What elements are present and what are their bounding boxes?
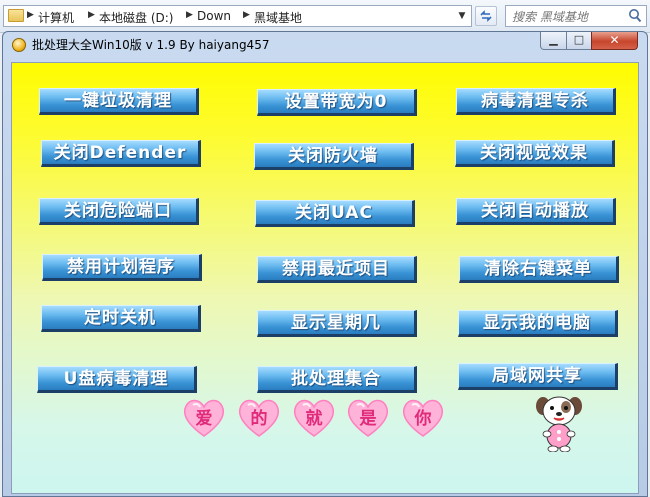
puppy-mascot-icon: [536, 396, 582, 452]
batch-collection-button[interactable]: 批处理集合: [257, 366, 417, 393]
heart-char: 的: [250, 409, 268, 429]
heart-char: 是: [359, 409, 377, 429]
heart-decoration: 是: [345, 396, 391, 438]
minimize-icon: ▁: [549, 33, 558, 46]
close-icon: ✕: [609, 33, 620, 47]
breadcrumb-drive[interactable]: 本地磁盘 (D:): [99, 9, 173, 26]
disable-task-scheduler-button[interactable]: 禁用计划程序: [42, 254, 202, 281]
breadcrumb-computer[interactable]: 计算机: [38, 9, 74, 26]
show-my-computer-button[interactable]: 显示我的电脑: [458, 310, 618, 337]
address-box[interactable]: ▶ 计算机 ▶ 本地磁盘 (D:) ▶ Down ▶ 黑域基地 ▼: [3, 5, 472, 27]
search-box[interactable]: [505, 5, 647, 27]
disable-defender-button[interactable]: 关闭Defender: [41, 140, 201, 167]
breadcrumb-arrow-icon[interactable]: ▶: [243, 10, 250, 20]
heart-char: 就: [305, 409, 323, 429]
heart-decoration: 你: [400, 396, 446, 438]
disable-firewall-button[interactable]: 关闭防火墙: [254, 143, 414, 170]
breadcrumb-arrow-icon[interactable]: ▶: [186, 10, 193, 20]
junk-cleanup-button[interactable]: 一键垃圾清理: [39, 88, 199, 115]
heart-decoration: 的: [236, 396, 282, 438]
heart-decoration: 就: [291, 396, 337, 438]
disable-recent-items-button[interactable]: 禁用最近项目: [257, 256, 417, 283]
heart-char: 你: [414, 409, 432, 429]
breadcrumb-current-folder[interactable]: 黑域基地: [254, 9, 302, 26]
close-button[interactable]: ✕: [591, 32, 638, 50]
breadcrumb-arrow-icon[interactable]: ▶: [88, 10, 95, 20]
minimize-button[interactable]: ▁: [540, 32, 567, 50]
explorer-address-bar: ▶ 计算机 ▶ 本地磁盘 (D:) ▶ Down ▶ 黑域基地 ▼: [0, 0, 650, 33]
breadcrumb-arrow-icon[interactable]: ▶: [27, 10, 34, 20]
title-bar[interactable]: 批处理大全Win10版 v 1.9 By haiyang457 ▁ □ ✕: [3, 32, 647, 58]
maximize-button[interactable]: □: [566, 32, 592, 50]
close-risky-ports-button[interactable]: 关闭危险端口: [39, 198, 199, 225]
refresh-button[interactable]: [475, 6, 497, 26]
disable-visual-effects-button[interactable]: 关闭视觉效果: [455, 140, 615, 167]
virus-kill-button[interactable]: 病毒清理专杀: [456, 88, 616, 115]
folder-icon: [8, 9, 24, 22]
refresh-icon: [480, 10, 492, 22]
breadcrumb-down[interactable]: Down: [197, 9, 231, 23]
search-icon[interactable]: [628, 8, 642, 24]
clear-context-menu-button[interactable]: 清除右键菜单: [459, 256, 619, 283]
usb-virus-cleanup-button[interactable]: U盘病毒清理: [37, 366, 197, 393]
disable-uac-button[interactable]: 关闭UAC: [255, 200, 415, 227]
window-title: 批处理大全Win10版 v 1.9 By haiyang457: [32, 38, 270, 52]
bandwidth-zero-button[interactable]: 设置带宽为0: [257, 89, 417, 116]
disable-autoplay-button[interactable]: 关闭自动播放: [456, 198, 616, 225]
heart-char: 爱: [195, 409, 213, 429]
search-input[interactable]: [506, 7, 630, 26]
maximize-icon: □: [573, 33, 585, 46]
app-icon[interactable]: [12, 38, 26, 52]
scheduled-shutdown-button[interactable]: 定时关机: [41, 305, 201, 332]
chevron-down-icon[interactable]: ▼: [455, 8, 469, 24]
heart-decoration: 爱: [181, 396, 227, 438]
show-weekday-button[interactable]: 显示星期几: [257, 310, 417, 337]
lan-sharing-button[interactable]: 局域网共享: [458, 363, 618, 390]
